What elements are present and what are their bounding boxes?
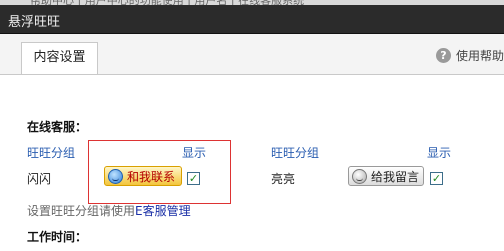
e-service-management-link[interactable]: E客服管理: [135, 204, 191, 218]
contact-me-button[interactable]: 和我联系: [104, 166, 182, 186]
help-link[interactable]: ? 使用帮助: [435, 46, 504, 64]
contact-me-label: 和我联系: [127, 169, 176, 184]
show-checkbox-shanshan[interactable]: ✓: [187, 172, 200, 185]
leave-message-button[interactable]: 给我留言: [348, 166, 424, 186]
tab-content-settings[interactable]: 内容设置: [21, 42, 98, 74]
tab-bar: 内容设置 ? 使用帮助: [0, 34, 504, 75]
question-circle-icon: ?: [435, 47, 451, 63]
wangwang-online-icon: [108, 168, 123, 184]
leave-message-label: 给我留言: [371, 169, 420, 184]
wangwang-offline-icon: [352, 168, 367, 184]
window-title: 悬浮旺旺: [8, 15, 61, 30]
column-header-group-right: 旺旺分组: [271, 146, 320, 160]
work-time-heading: 工作时间：: [27, 230, 88, 244]
show-checkbox-liangliang[interactable]: ✓: [430, 172, 443, 185]
contact-name-shanshan: 闪闪: [27, 172, 52, 186]
column-header-show-right: 显示: [427, 146, 452, 160]
group-settings-hint: 设置旺旺分组请使用E客服管理: [27, 202, 191, 219]
help-label: 使用帮助: [455, 48, 504, 63]
hint-prefix: 设置旺旺分组请使用: [27, 204, 136, 218]
column-header-group-left: 旺旺分组: [27, 146, 76, 160]
contact-name-liangliang: 亮亮: [271, 172, 296, 186]
window-title-bar: 悬浮旺旺: [0, 5, 504, 34]
online-service-heading: 在线客服：: [27, 120, 88, 134]
